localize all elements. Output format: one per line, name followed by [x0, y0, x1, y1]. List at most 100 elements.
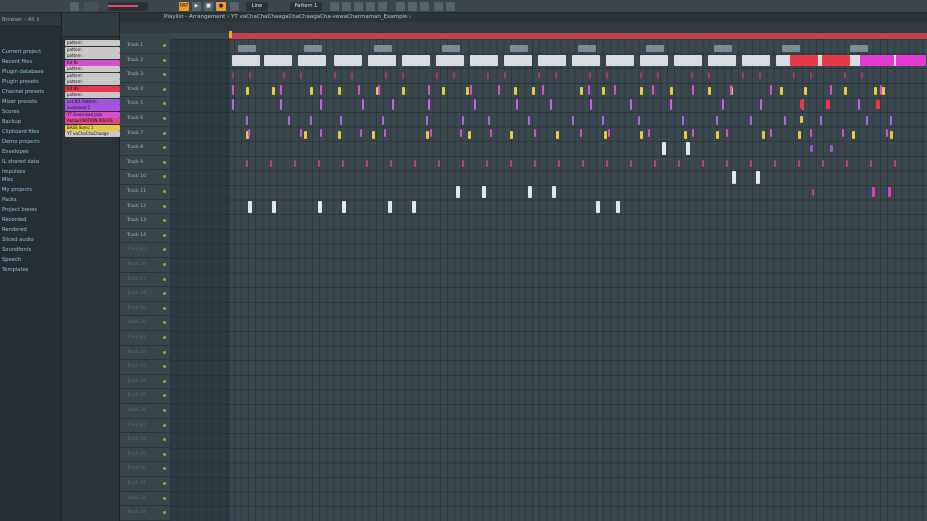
playlist-clip[interactable]: [580, 128, 582, 138]
playlist-clip[interactable]: [630, 159, 632, 168]
playlist-clip[interactable]: [756, 171, 760, 184]
track-mute-led[interactable]: [163, 190, 166, 193]
playlist-clip[interactable]: [638, 116, 640, 125]
track-header[interactable]: Track 5: [120, 97, 170, 112]
playlist-clip[interactable]: [490, 128, 492, 138]
playlist-clip[interactable]: [640, 130, 643, 139]
playlist-clip[interactable]: [708, 72, 710, 80]
playlist-clip[interactable]: [572, 54, 600, 67]
playlist-clip[interactable]: [822, 54, 850, 67]
playlist-clip[interactable]: [894, 159, 896, 168]
playlist-clip[interactable]: [702, 159, 704, 168]
volume-slider[interactable]: [108, 2, 148, 11]
playlist-clip[interactable]: [378, 84, 380, 96]
playlist-clip[interactable]: [486, 159, 488, 168]
playlist-clip[interactable]: [453, 72, 455, 80]
playlist-clip[interactable]: [810, 145, 813, 153]
playlist-clip[interactable]: [310, 116, 312, 125]
playlist-clip[interactable]: [662, 142, 666, 155]
track-mute-led[interactable]: [163, 365, 166, 369]
track-header[interactable]: Track 7: [120, 126, 170, 142]
playlist-clip[interactable]: [784, 116, 786, 125]
playlist-clip[interactable]: [298, 54, 326, 67]
playlist-clip[interactable]: [692, 128, 694, 138]
track-header[interactable]: Track 14: [120, 228, 170, 244]
track-mute-led[interactable]: [163, 263, 166, 266]
playlist-clip[interactable]: [882, 86, 885, 95]
playlist-clip[interactable]: [691, 72, 693, 80]
playlist-clip[interactable]: [320, 99, 322, 110]
playlist-clip[interactable]: [812, 189, 814, 197]
playlist-clip[interactable]: [430, 128, 432, 138]
playlist-clip[interactable]: [550, 99, 552, 110]
track-header[interactable]: Track 29: [120, 447, 170, 463]
playlist-clip[interactable]: [874, 86, 877, 95]
pattern-item[interactable]: Kit 8S: [65, 85, 120, 92]
playlist-clip[interactable]: [351, 72, 353, 80]
playlist-clip[interactable]: [246, 159, 248, 168]
playlist-clip[interactable]: [810, 128, 812, 138]
playlist-clip[interactable]: [304, 45, 322, 52]
channel-rack-icon[interactable]: [354, 2, 363, 11]
track-mute-led[interactable]: [163, 350, 166, 354]
browser-item[interactable]: Envelopes: [2, 149, 29, 155]
playlist-clip[interactable]: [232, 54, 260, 67]
playlist-clip[interactable]: [760, 99, 762, 110]
playlist-clip[interactable]: [382, 116, 384, 125]
playlist-clip[interactable]: [300, 128, 302, 138]
playlist-clip[interactable]: [342, 200, 346, 213]
playlist-clip[interactable]: [366, 159, 368, 168]
playlist-clip[interactable]: [730, 84, 732, 96]
playlist-clip[interactable]: [722, 99, 724, 110]
browser-item[interactable]: Soundfonts: [2, 247, 31, 253]
record-button[interactable]: ●: [216, 2, 226, 11]
pattern-item[interactable]: BASS Sonic 1: [65, 124, 120, 131]
browser-item[interactable]: Recorded: [2, 217, 26, 223]
playlist-clip[interactable]: [602, 86, 605, 95]
browser-item[interactable]: IL shared data: [2, 159, 39, 165]
playlist-clip[interactable]: [470, 54, 498, 67]
pattern-item[interactable]: pattern: [65, 79, 120, 85]
playlist-clip[interactable]: [640, 72, 642, 80]
playlist-clip[interactable]: [318, 159, 320, 168]
playlist-clip[interactable]: [385, 72, 387, 80]
track-header[interactable]: Track 31: [120, 477, 170, 492]
playlist-clip[interactable]: [412, 200, 416, 213]
track-mute-led[interactable]: [163, 511, 166, 515]
playlist-clip[interactable]: [793, 72, 795, 80]
playlist-clip[interactable]: [640, 54, 668, 67]
playlist-clip[interactable]: [470, 84, 472, 96]
playlist-clip[interactable]: [657, 72, 659, 80]
playlist-clip[interactable]: [482, 186, 486, 199]
playlist-clip[interactable]: [742, 54, 770, 67]
playlist-clip[interactable]: [606, 72, 608, 80]
playlist-clip[interactable]: [487, 72, 489, 80]
playlist-clip[interactable]: [538, 54, 566, 67]
playlist-clip[interactable]: [652, 84, 654, 96]
playlist-clip[interactable]: [426, 130, 429, 139]
playlist-clip[interactable]: [762, 130, 765, 139]
track-header[interactable]: Track 30: [120, 462, 170, 477]
playlist-clip[interactable]: [589, 72, 591, 80]
playlist-clip[interactable]: [248, 200, 252, 213]
browser-item[interactable]: Demo projects: [2, 139, 40, 145]
playlist-clip[interactable]: [488, 116, 490, 125]
playlist-clip[interactable]: [810, 72, 812, 80]
playlist-clip[interactable]: [362, 99, 364, 110]
playlist-clip[interactable]: [390, 159, 392, 168]
playlist-clip[interactable]: [428, 99, 430, 110]
browser-item[interactable]: Packs: [2, 197, 17, 203]
playlist-clip[interactable]: [436, 72, 438, 80]
track-header[interactable]: Track 24: [120, 374, 170, 390]
track-mute-led[interactable]: [163, 292, 166, 296]
help-icon[interactable]: [446, 2, 455, 11]
pattern-item[interactable]: pattern: [65, 53, 120, 59]
tools-icon[interactable]: [420, 2, 429, 11]
browser-item[interactable]: Rendered: [2, 227, 27, 233]
playlist-clip[interactable]: [708, 86, 711, 95]
browser-item[interactable]: Plugin presets: [2, 79, 39, 85]
playlist-clip[interactable]: [872, 187, 875, 198]
track-mute-led[interactable]: [163, 321, 166, 325]
mic-icon[interactable]: [408, 2, 417, 11]
playlist-clip[interactable]: [588, 84, 590, 96]
